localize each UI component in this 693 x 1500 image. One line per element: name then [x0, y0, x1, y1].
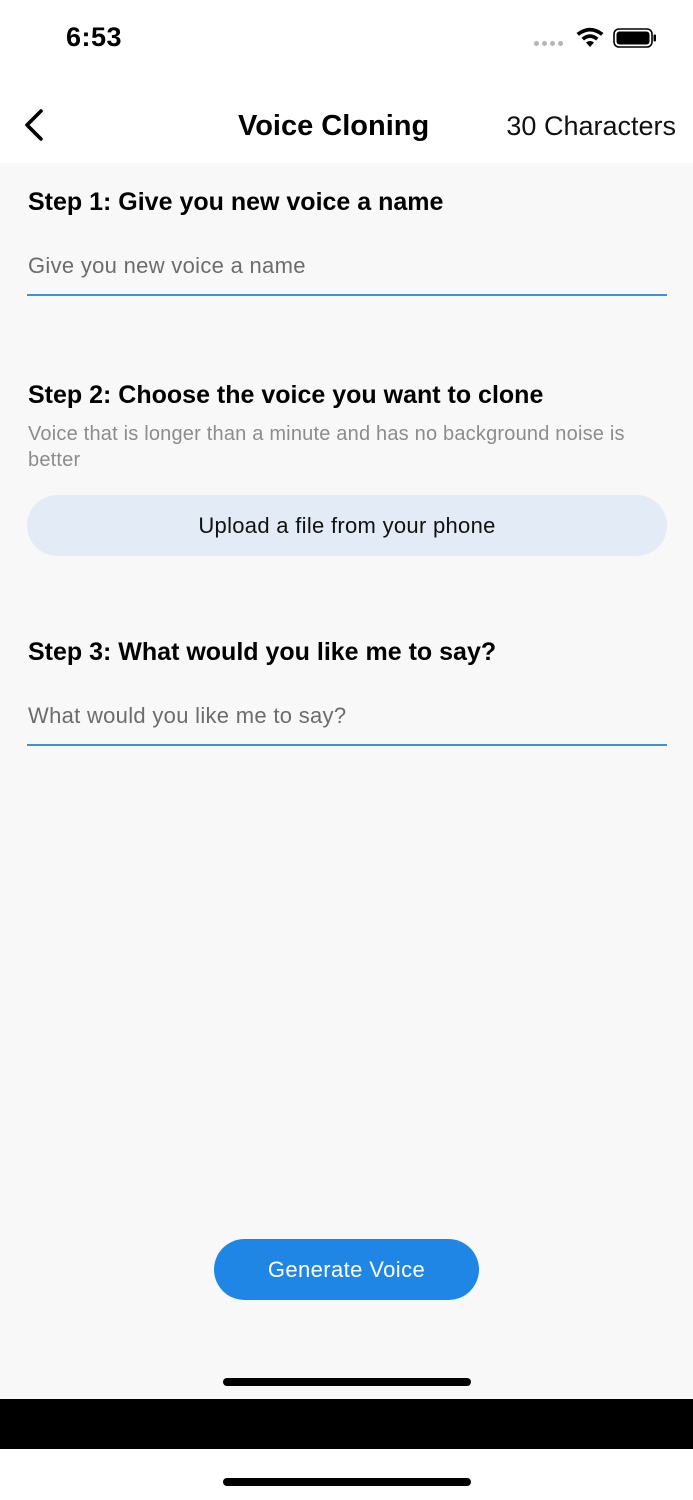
main-content: Step 1: Give you new voice a name Step 2…	[0, 163, 693, 1399]
voice-name-input[interactable]	[27, 238, 667, 296]
status-bar: 6:53	[0, 0, 693, 80]
step1-title: Step 1: Give you new voice a name	[28, 188, 444, 216]
back-button[interactable]	[18, 107, 50, 143]
upload-file-button[interactable]: Upload a file from your phone	[27, 495, 667, 556]
generate-voice-button[interactable]: Generate Voice	[214, 1239, 479, 1300]
step2-hint: Voice that is longer than a minute and h…	[28, 423, 625, 471]
step2-title: Step 2: Choose the voice you want to clo…	[28, 381, 544, 409]
home-indicator	[223, 1478, 471, 1486]
chevron-left-icon	[25, 109, 43, 141]
battery-icon	[613, 28, 656, 48]
wifi-icon	[576, 27, 604, 47]
status-time: 6:53	[66, 22, 123, 52]
speech-text-input[interactable]	[27, 688, 667, 746]
character-count: 30 Characters	[506, 111, 676, 141]
bottom-band	[0, 1399, 693, 1449]
signal-icon	[534, 41, 563, 46]
home-indicator	[223, 1378, 471, 1386]
page-title: Voice Cloning	[238, 110, 430, 142]
navigation-bar: Voice Cloning 30 Characters	[0, 80, 693, 163]
bottom-area	[0, 1449, 693, 1500]
step3-title: Step 3: What would you like me to say?	[28, 638, 497, 666]
